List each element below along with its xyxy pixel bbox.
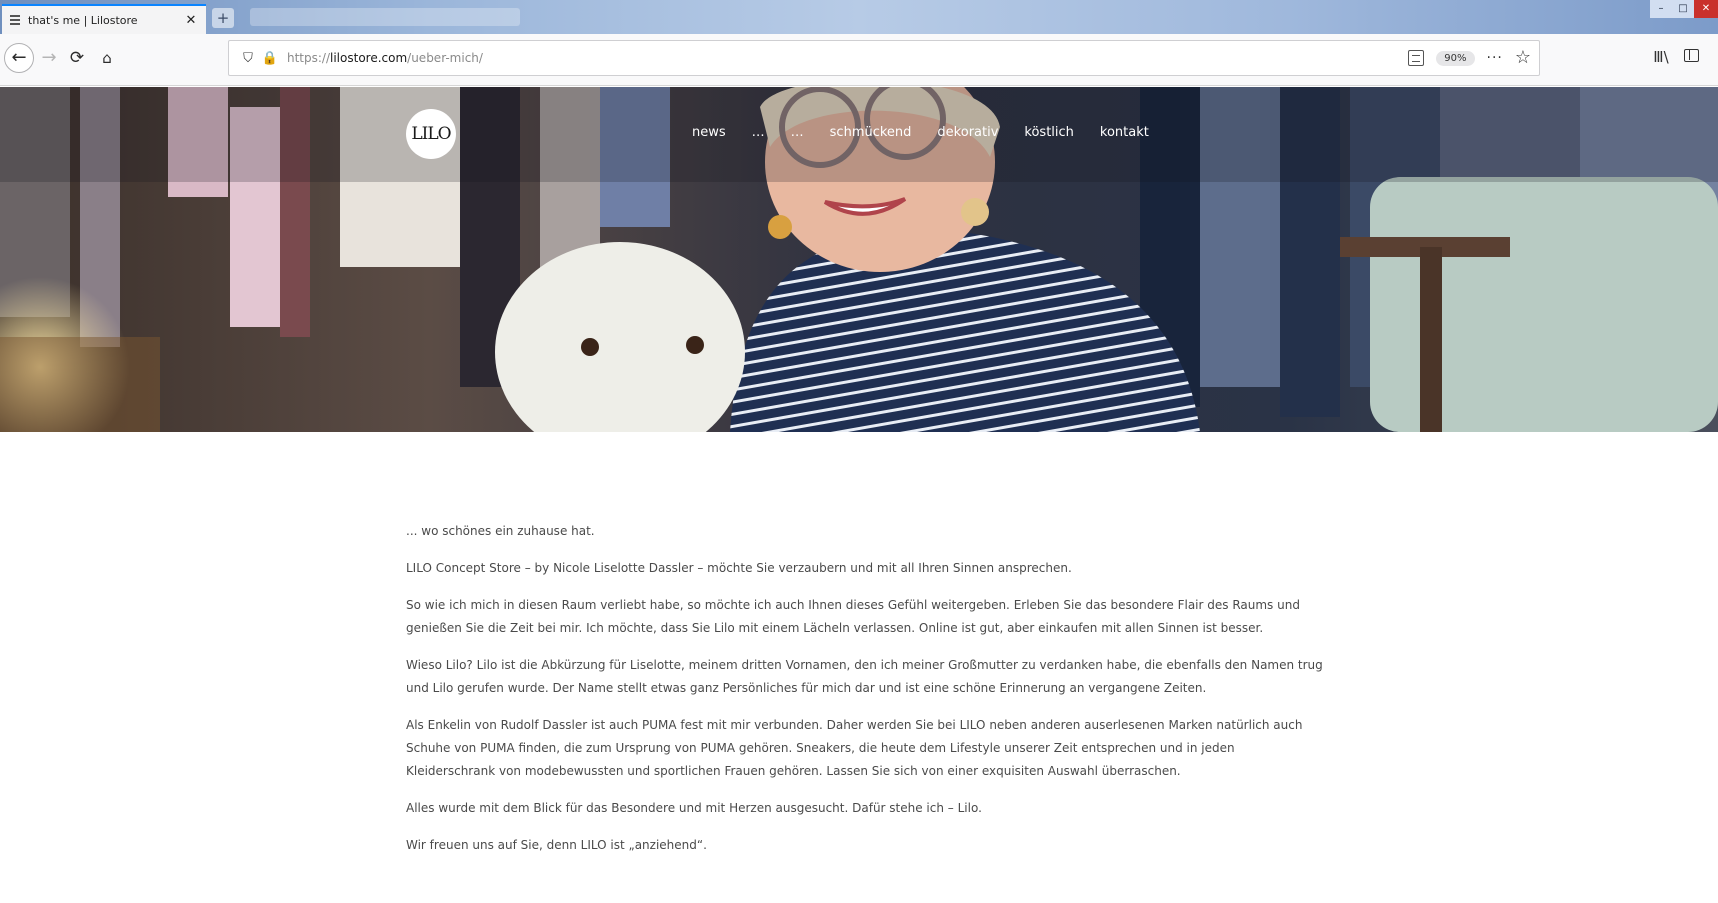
paragraph: LILO Concept Store – by Nicole Liselotte…: [406, 561, 1072, 575]
home-icon[interactable]: ⌂: [92, 43, 122, 73]
site-logo[interactable]: LILO: [406, 109, 456, 159]
tab-strip: that's me | Lilostore ✕ + – □ ✕: [0, 0, 1718, 34]
page-actions-icon[interactable]: ···: [1487, 50, 1503, 66]
url-domain: lilostore.com: [330, 51, 408, 65]
nav-item-kontakt[interactable]: kontakt: [1100, 125, 1149, 140]
library-icon[interactable]: Ⅲ\: [1650, 48, 1672, 66]
maximize-button[interactable]: □: [1672, 0, 1694, 18]
tab-active[interactable]: that's me | Lilostore ✕: [2, 4, 206, 34]
zoom-level-badge[interactable]: 90%: [1436, 50, 1475, 66]
nav-item-hidden-1[interactable]: …: [752, 125, 765, 140]
background-tab[interactable]: [250, 8, 520, 26]
nav-item-schmueckend[interactable]: schmückend: [830, 125, 912, 140]
site-navigation: news … … schmückend dekorativ köstlich k…: [692, 125, 1149, 140]
new-tab-button[interactable]: +: [212, 8, 234, 28]
lock-icon[interactable]: 🔒: [259, 51, 281, 66]
paragraph: Alles wurde mit dem Blick für das Besond…: [406, 801, 982, 815]
nav-item-dekorativ[interactable]: dekorativ: [937, 125, 998, 140]
nav-item-news[interactable]: news: [692, 125, 726, 140]
tab-title: that's me | Lilostore: [28, 13, 138, 27]
paragraph: Als Enkelin von Rudolf Dassler ist auch …: [406, 718, 1303, 778]
reader-view-icon[interactable]: [1408, 50, 1425, 66]
reload-icon[interactable]: ⟳: [62, 43, 92, 73]
window-close-button[interactable]: ✕: [1694, 0, 1718, 18]
address-bar[interactable]: ⛉ 🔒 https://lilostore.com/ueber-mich/ 90…: [228, 40, 1540, 76]
intro-paragraph: ... wo schönes ein zuhause hat.: [406, 524, 595, 538]
minimize-button[interactable]: –: [1650, 0, 1672, 18]
url-prefix: https://: [287, 51, 331, 65]
window-controls: – □ ✕: [1650, 0, 1718, 18]
nav-item-hidden-2[interactable]: …: [791, 125, 804, 140]
url-path: /ueber-mich/: [407, 51, 483, 65]
sidebar-toggle-icon[interactable]: [1680, 48, 1702, 66]
bookmark-star-icon[interactable]: ☆: [1515, 49, 1531, 67]
hero-image: LILO news … … schmückend dekorativ köstl…: [0, 87, 1718, 432]
close-tab-icon[interactable]: ✕: [184, 13, 198, 28]
nav-item-koestlich[interactable]: köstlich: [1024, 125, 1074, 140]
shield-icon[interactable]: ⛉: [237, 51, 259, 66]
closing-paragraph: Wir freuen uns auf Sie, denn LILO ist „a…: [406, 838, 707, 852]
article-content: ... wo schönes ein zuhause hat. LILO Con…: [406, 520, 1326, 871]
paragraph: Wieso Lilo? Lilo ist die Abkürzung für L…: [406, 658, 1323, 695]
navigation-toolbar: ← → ⟳ ⌂ ⛉ 🔒 https://lilostore.com/ueber-…: [0, 34, 1718, 86]
forward-arrow-icon[interactable]: →: [34, 43, 64, 73]
paragraph: So wie ich mich in diesen Raum verliebt …: [406, 598, 1300, 635]
url-text[interactable]: https://lilostore.com/ueber-mich/: [287, 51, 1408, 65]
back-arrow-icon[interactable]: ←: [4, 43, 34, 73]
browser-window: that's me | Lilostore ✕ + – □ ✕ ← → ⟳ ⌂ …: [0, 0, 1718, 903]
menu-lines-icon: [10, 15, 20, 25]
address-bar-actions: 90% ··· ☆: [1408, 49, 1531, 67]
